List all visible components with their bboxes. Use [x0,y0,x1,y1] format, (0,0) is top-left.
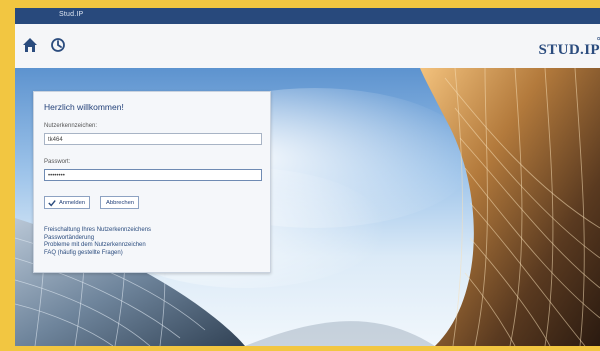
username-field[interactable]: tk464 [44,133,262,145]
studip-logo: STUD.IP ° [538,36,600,59]
home-icon[interactable] [21,36,39,54]
link-faq[interactable]: FAQ (häufig gestellte Fragen) [44,250,151,258]
top-bar: Stud.IP [15,8,600,24]
top-bar-brand: Stud.IP [59,11,84,18]
password-field[interactable]: •••••••• [44,169,262,181]
clock-icon[interactable] [49,36,67,54]
logo-dot: ° [596,36,600,47]
browser-viewport: Stud.IP STUD.IP ° Herzlich willkommen! N… [15,8,600,346]
screen-frame: Stud.IP STUD.IP ° Herzlich willkommen! N… [0,0,600,351]
link-username-problems[interactable]: Probleme mit dem Nutzerkennzeichen [44,242,151,250]
link-change-password[interactable]: Passwortänderung [44,235,151,243]
login-button-label: Anmelden [59,200,86,206]
login-button[interactable]: Anmelden [44,196,91,209]
username-label: Nutzerkennzeichen: [44,123,98,129]
link-activate-account[interactable]: Freischaltung Ihres Nutzerkennzeichens [44,227,151,235]
cancel-button-label: Abbrechen [106,200,135,206]
cancel-button[interactable]: Abbrechen [100,196,140,209]
checkmark-icon [48,200,56,207]
header-bar: STUD.IP ° [15,24,600,69]
login-title: Herzlich willkommen! [44,102,124,112]
logo-text: STUD.IP [538,42,600,58]
password-label: Passwort: [44,159,71,165]
login-panel: Herzlich willkommen! Nutzerkennzeichen: … [33,91,271,273]
hero-image: Herzlich willkommen! Nutzerkennzeichen: … [15,68,600,346]
help-links: Freischaltung Ihres Nutzerkennzeichens P… [44,227,151,257]
